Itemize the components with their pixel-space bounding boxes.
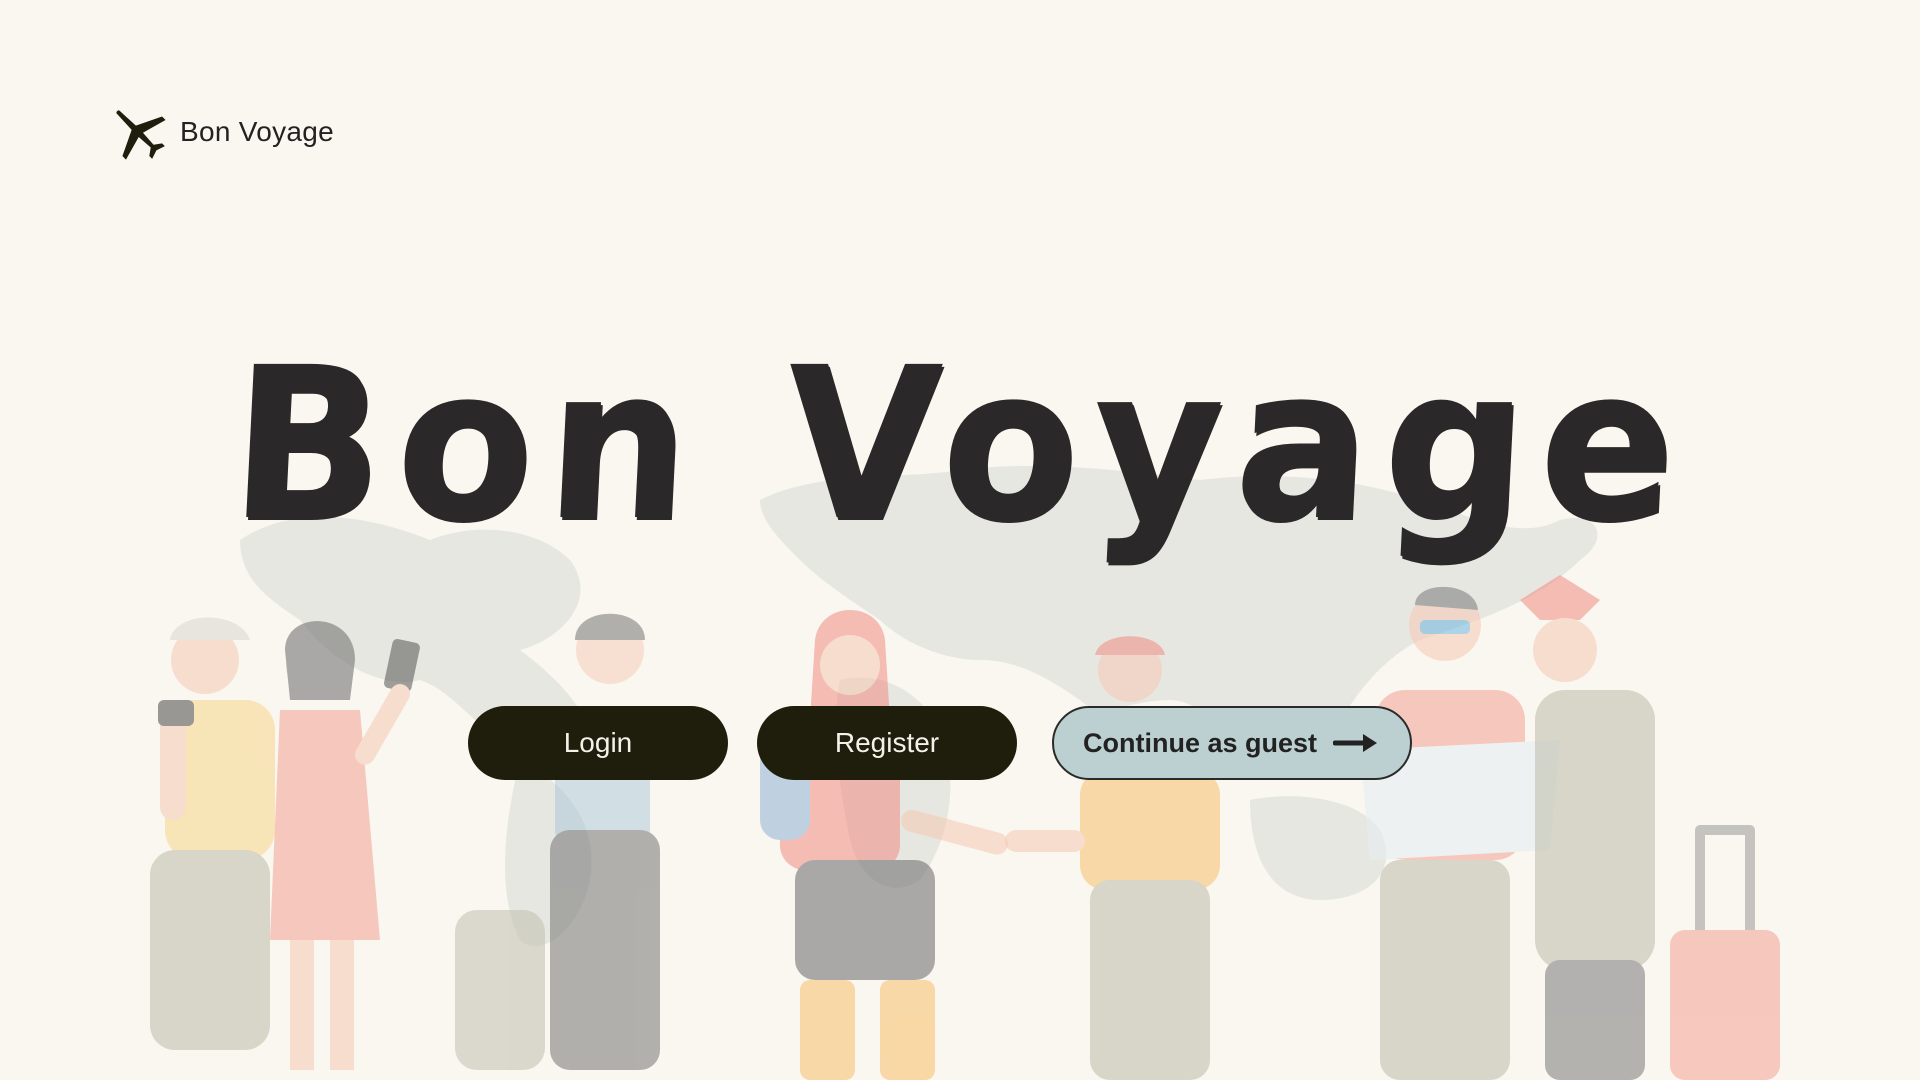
airplane-icon [116,110,166,160]
brand-logo[interactable]: Bon Voyage [106,100,334,164]
brand-name: Bon Voyage [180,116,335,147]
register-button[interactable]: Register [757,706,1017,780]
traveler-red-dress [270,621,420,1070]
traveler-with-map [1360,586,1560,1080]
traveler-with-suitcase [1520,575,1780,1080]
hero-title: Bon Voyage [225,322,1695,567]
traveler-hoodie [760,610,1009,1080]
traveler-striped-pants [455,613,660,1070]
continue-as-guest-button[interactable]: Continue as guest [1052,706,1412,780]
traveler-photographer [150,617,275,1050]
arrow-right-icon [1333,734,1378,752]
continue-as-guest-label: Continue as guest [1082,727,1318,758]
landing-page: Bon Voyage Bon Voyage Login Register Con… [0,0,1920,1080]
login-button[interactable]: Login [468,706,728,780]
login-button-label: Login [563,727,633,758]
traveler-headscarf [1005,636,1220,1080]
register-button-label: Register [834,727,940,758]
